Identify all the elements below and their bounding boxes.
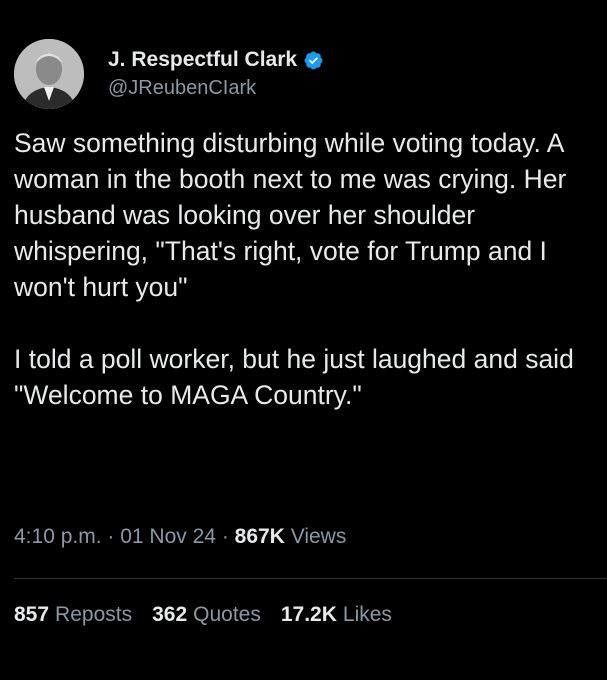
reposts-stat[interactable]: 857 Reposts [14,600,132,630]
tweet-time[interactable]: 4:10 p.m. [14,525,102,548]
likes-label: Likes [342,603,392,626]
tweet-paragraph: Saw something disturbing while voting to… [14,128,574,302]
likes-stat[interactable]: 17.2K Likes [281,600,392,630]
meta-separator: · [107,525,121,548]
divider [14,578,607,579]
tweet-meta: 4:10 p.m. · 01 Nov 24 · 867K Views [14,522,346,552]
verified-badge-icon [303,50,324,71]
quotes-count: 362 [152,603,188,626]
tweet-paragraph: I told a poll worker, but he just laughe… [14,344,582,410]
tweet-body: Saw something disturbing while voting to… [14,125,599,413]
meta-separator: · [221,525,235,548]
name-row: J. Respectful Clark [108,47,324,73]
quotes-label: Quotes [193,603,261,626]
author-display-name[interactable]: J. Respectful Clark [108,47,297,73]
avatar[interactable] [14,39,84,109]
likes-count: 17.2K [280,603,337,626]
engagement-stats: 857 Reposts 362 Quotes 17.2K Likes [14,600,412,630]
tweet-date[interactable]: 01 Nov 24 [120,525,216,548]
tweet-header: J. Respectful Clark @JReubenCIark [14,38,324,110]
views-count: 867K [234,525,291,548]
quotes-stat[interactable]: 362 Quotes [152,600,261,630]
tweet-card: J. Respectful Clark @JReubenCIark Saw so… [0,0,607,680]
reposts-label: Reposts [55,603,133,626]
author-names: J. Respectful Clark @JReubenCIark [108,47,324,101]
author-handle[interactable]: @JReubenCIark [108,75,324,101]
views-label: Views [290,525,347,548]
avatar-portrait-image [14,39,84,109]
reposts-count: 857 [14,603,50,626]
